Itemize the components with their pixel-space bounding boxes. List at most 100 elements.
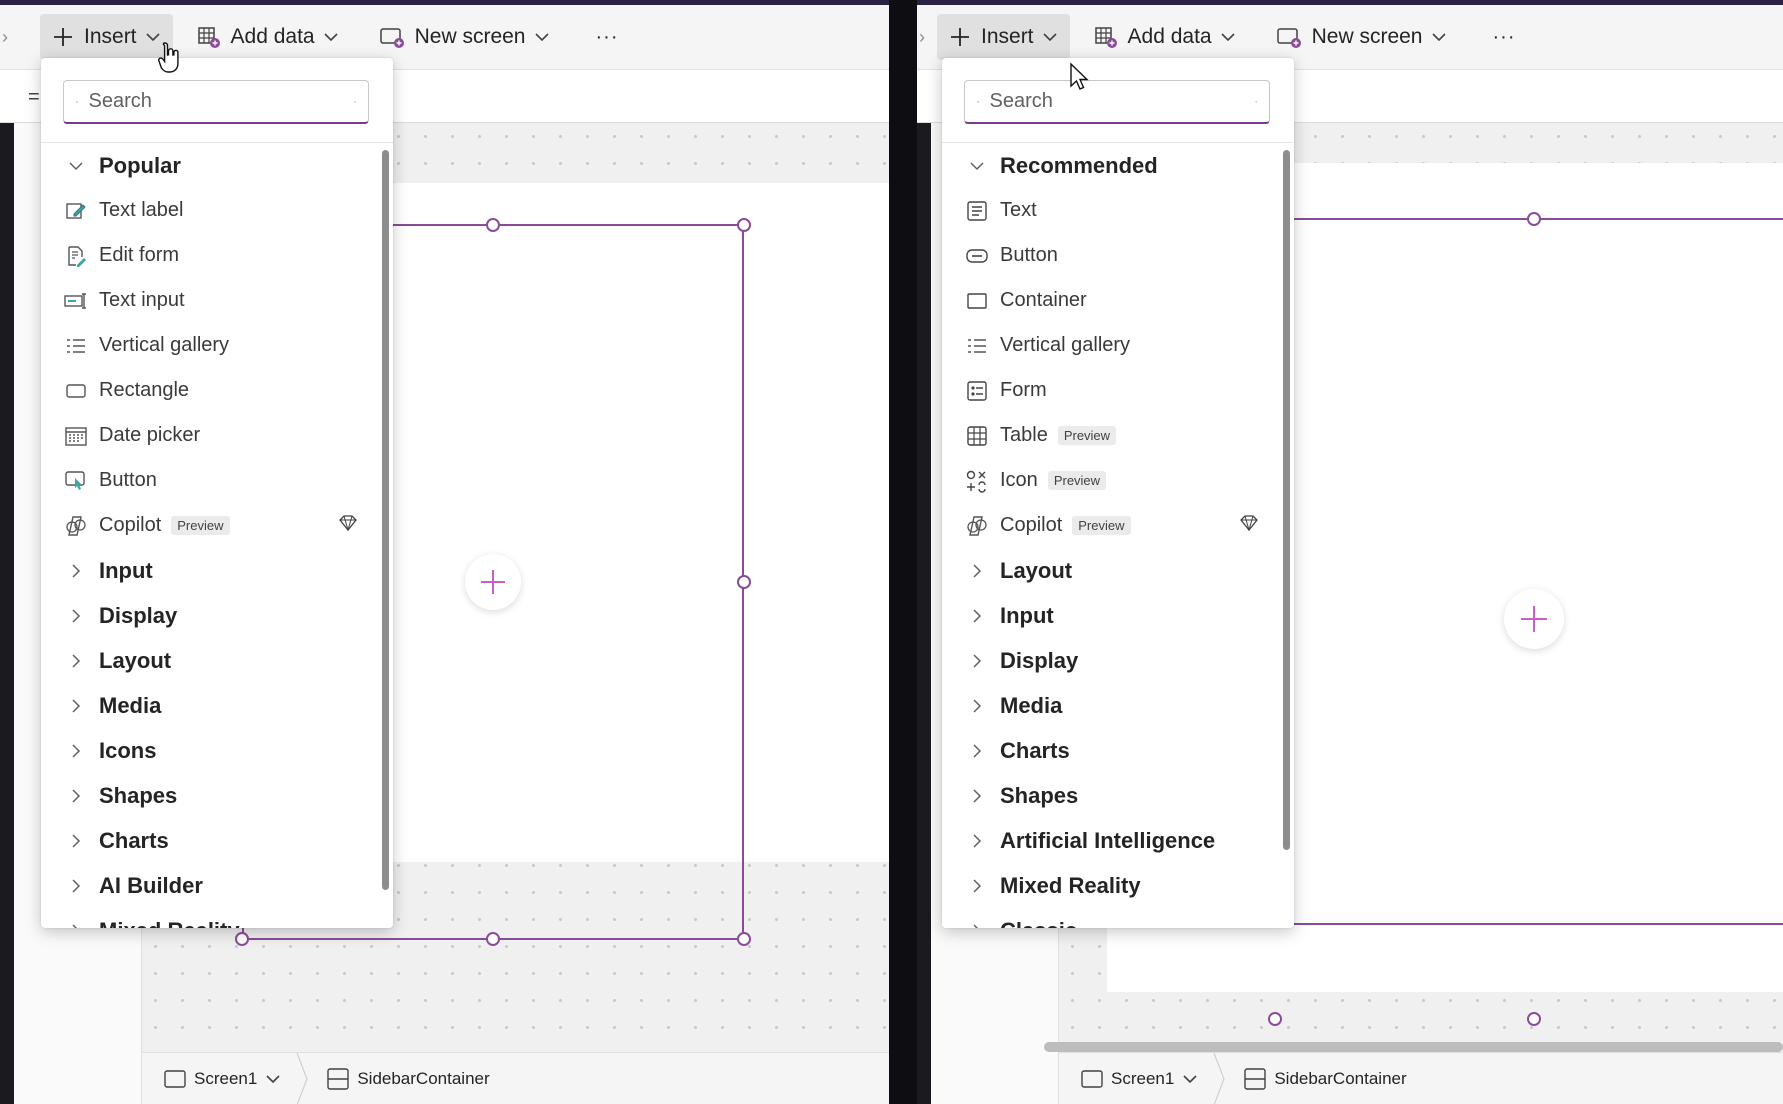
- insert-button[interactable]: Insert: [40, 14, 173, 60]
- category-label: Layout: [99, 647, 172, 673]
- button-touch-icon: [61, 470, 91, 492]
- chevron-right-icon: [72, 653, 81, 668]
- category-label: Charts: [99, 827, 169, 853]
- insert-item-icon[interactable]: Icon Preview: [942, 458, 1278, 503]
- category-artificial-intelligence[interactable]: Artificial Intelligence: [942, 818, 1278, 863]
- search-box[interactable]: [63, 80, 369, 124]
- collapse-chevron-icon[interactable]: ›: [2, 27, 8, 48]
- breadcrumb-container[interactable]: SidebarContainer: [1244, 1067, 1407, 1090]
- breadcrumb-container[interactable]: SidebarContainer: [327, 1067, 490, 1090]
- insert-button[interactable]: Insert: [937, 14, 1070, 60]
- category-media[interactable]: Media: [942, 683, 1278, 728]
- insert-dropdown-panel: Popular Text label Edit form Text input Vert…: [41, 58, 393, 928]
- category-popular[interactable]: Popular: [41, 143, 377, 188]
- category-shapes[interactable]: Shapes: [942, 773, 1278, 818]
- add-control-button[interactable]: [1504, 589, 1564, 649]
- chevron-right-icon: [973, 743, 982, 758]
- insert-item-text-label[interactable]: Text label: [41, 188, 377, 233]
- add-control-button[interactable]: [465, 554, 521, 610]
- collapse-chevron-icon[interactable]: ›: [919, 27, 925, 48]
- resize-handle[interactable]: [1268, 1012, 1282, 1026]
- category-display[interactable]: Display: [41, 593, 377, 638]
- category-layout[interactable]: Layout: [942, 548, 1278, 593]
- add-data-button[interactable]: Add data: [1082, 14, 1248, 60]
- insert-item-table[interactable]: Table Preview: [942, 413, 1278, 458]
- item-label: Copilot: [99, 514, 162, 536]
- insert-item-list: Popular Text label Edit form Text input Vert…: [41, 143, 377, 928]
- category-shapes[interactable]: Shapes: [41, 773, 377, 818]
- button-icon: [962, 248, 992, 264]
- canvas-horizontal-scrollbar[interactable]: [1044, 1042, 1783, 1052]
- insert-dropdown-panel: Recommended Text Button Container Vertical g…: [942, 58, 1294, 928]
- plus-icon: [54, 28, 72, 46]
- category-charts[interactable]: Charts: [942, 728, 1278, 773]
- category-mixed-reality[interactable]: Mixed Reality: [942, 863, 1278, 908]
- left-rail: [0, 123, 14, 1104]
- container-icon: [1244, 1067, 1267, 1090]
- resize-handle[interactable]: [486, 932, 500, 946]
- chevron-right-icon: [72, 743, 81, 758]
- category-charts[interactable]: Charts: [41, 818, 377, 863]
- category-layout[interactable]: Layout: [41, 638, 377, 683]
- chevron-down-icon: [145, 33, 160, 42]
- chevron-right-icon: [72, 833, 81, 848]
- category-input[interactable]: Input: [41, 548, 377, 593]
- new-screen-button[interactable]: New screen: [367, 14, 562, 60]
- insert-item-button[interactable]: Button: [41, 458, 377, 503]
- category-label: Classic: [1000, 918, 1077, 929]
- search-input[interactable]: [88, 90, 354, 113]
- container-name: SidebarContainer: [357, 1068, 490, 1088]
- selected-container[interactable]: [1274, 218, 1783, 925]
- insert-item-form[interactable]: Form: [942, 368, 1278, 413]
- insert-label: Insert: [84, 25, 137, 48]
- filter-icon[interactable]: [353, 93, 357, 111]
- resize-handle[interactable]: [1527, 212, 1541, 226]
- insert-item-edit-form[interactable]: Edit form: [41, 233, 377, 278]
- category-recommended[interactable]: Recommended: [942, 143, 1278, 188]
- category-classic[interactable]: Classic: [942, 908, 1278, 928]
- resize-handle[interactable]: [737, 218, 751, 232]
- filter-icon[interactable]: [1254, 93, 1258, 111]
- insert-item-container[interactable]: Container: [942, 278, 1278, 323]
- insert-item-text-input[interactable]: Text input: [41, 278, 377, 323]
- search-box[interactable]: [964, 80, 1270, 124]
- category-media[interactable]: Media: [41, 683, 377, 728]
- insert-item-vertical-gallery[interactable]: Vertical gallery: [41, 323, 377, 368]
- breadcrumb-separator: [1213, 1052, 1225, 1104]
- category-mixed-reality[interactable]: Mixed Reality: [41, 908, 377, 928]
- resize-handle[interactable]: [737, 575, 751, 589]
- insert-item-vertical-gallery[interactable]: Vertical gallery: [942, 323, 1278, 368]
- add-data-button[interactable]: Add data: [185, 14, 351, 60]
- category-input[interactable]: Input: [942, 593, 1278, 638]
- list-scrollbar[interactable]: [1283, 150, 1290, 850]
- chevron-right-icon: [973, 608, 982, 623]
- more-options-button[interactable]: ···: [576, 14, 639, 60]
- date-picker-icon: [61, 425, 91, 447]
- insert-item-button[interactable]: Button: [942, 233, 1278, 278]
- screen-name: Screen1: [194, 1068, 258, 1088]
- insert-item-date-picker[interactable]: Date picker: [41, 413, 377, 458]
- new-screen-button[interactable]: New screen: [1264, 14, 1459, 60]
- list-scrollbar[interactable]: [382, 150, 389, 890]
- category-icons[interactable]: Icons: [41, 728, 377, 773]
- breadcrumb-screen[interactable]: Screen1: [1081, 1069, 1198, 1089]
- category-display[interactable]: Display: [942, 638, 1278, 683]
- insert-item-copilot[interactable]: Copilot Preview: [41, 503, 377, 548]
- insert-item-copilot[interactable]: Copilot Preview: [942, 503, 1278, 548]
- chevron-right-icon: [72, 788, 81, 803]
- resize-handle[interactable]: [1527, 1012, 1541, 1026]
- resize-handle[interactable]: [486, 218, 500, 232]
- more-options-button[interactable]: ···: [1473, 14, 1536, 60]
- status-bar: Screen1 SidebarContainer: [142, 1052, 889, 1104]
- search-input[interactable]: [989, 90, 1255, 113]
- category-ai-builder[interactable]: AI Builder: [41, 863, 377, 908]
- insert-item-rectangle[interactable]: Rectangle: [41, 368, 377, 413]
- chevron-right-icon: [72, 923, 78, 928]
- resize-handle[interactable]: [737, 932, 751, 946]
- insert-item-text[interactable]: Text: [942, 188, 1278, 233]
- resize-handle[interactable]: [235, 932, 249, 946]
- new-screen-icon: [1276, 28, 1301, 48]
- item-label: Button: [1000, 244, 1058, 266]
- breadcrumb-screen[interactable]: Screen1: [164, 1069, 281, 1089]
- text-input-icon: [61, 291, 91, 311]
